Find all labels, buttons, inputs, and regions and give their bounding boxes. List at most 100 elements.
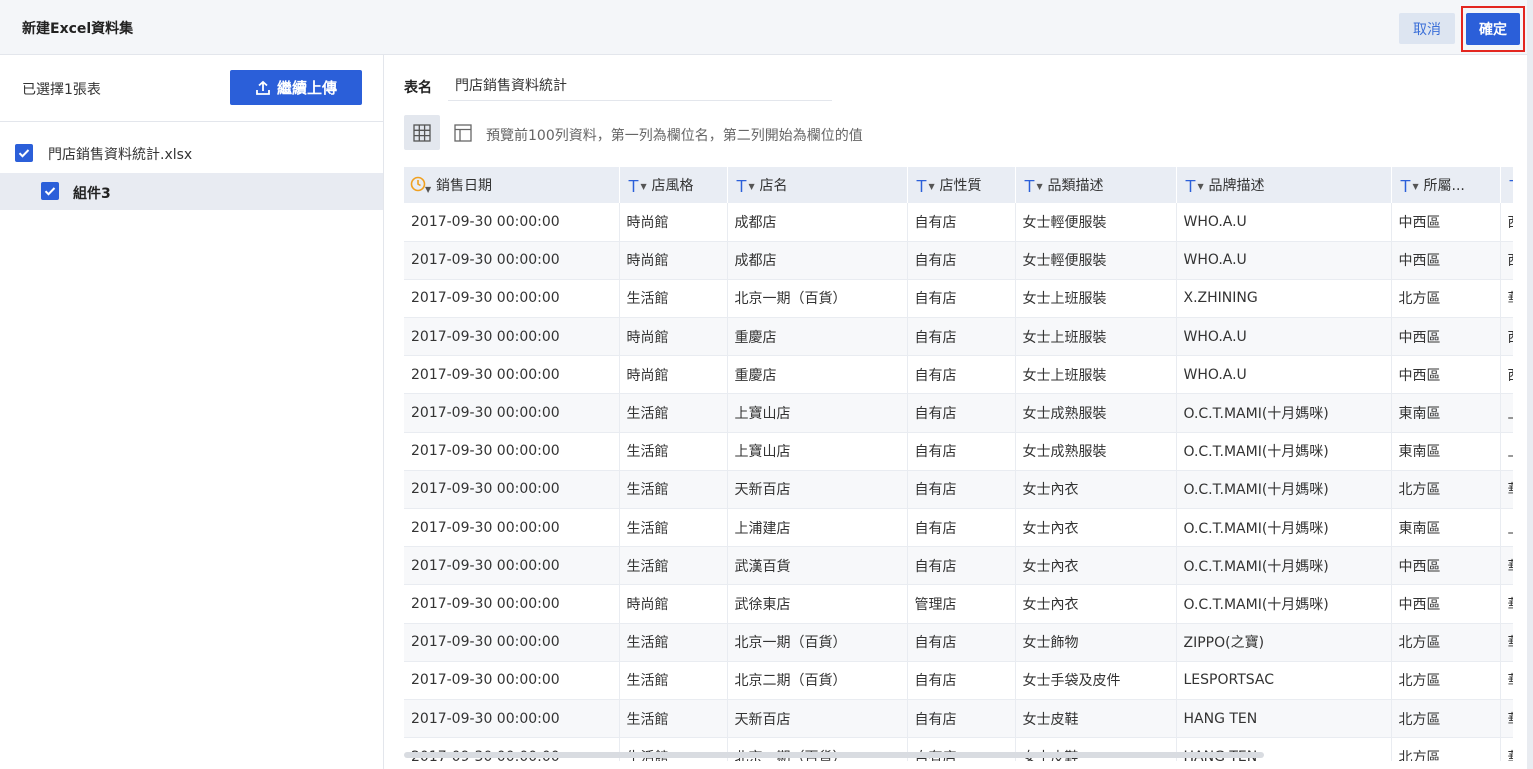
table-row: 2017-09-30 00:00:00 生活館 天新百店 自有店 女士內衣 O.C.T.M… — [404, 470, 1513, 510]
caret-down-icon: ▼ — [640, 182, 647, 191]
table-cell: 華 — [1500, 661, 1513, 700]
table-cell: 上 — [1500, 393, 1513, 433]
table-cell: 上寶山店 — [727, 432, 908, 471]
table-row: 2017-09-30 00:00:00 時尚館 重慶店 自有店 女士上班服裝 WHO.A.… — [404, 317, 1513, 357]
table-cell: 北方區 — [1391, 279, 1501, 319]
sheet-item[interactable]: 組件3 — [0, 173, 383, 210]
table-cell: 北方區 — [1391, 737, 1501, 761]
cancel-button[interactable]: 取消 — [1399, 13, 1455, 44]
dialog-title: 新建Excel資料集 — [22, 21, 134, 37]
column-header[interactable]: ▼ 銷售日期 — [404, 167, 620, 203]
table-cell: 女士上班服裝 — [1015, 317, 1177, 357]
dialog-header: 新建Excel資料集 取消 確定 — [0, 0, 1533, 55]
column-header[interactable]: Ｔ ▼ 品牌描述 — [1176, 167, 1392, 203]
table-cell: 重慶店 — [727, 317, 908, 357]
column-header[interactable]: Ｔ ▼ 品類描述 — [1015, 167, 1177, 203]
confirm-button[interactable]: 確定 — [1466, 13, 1520, 45]
table-cell: 2017-09-30 00:00:00 — [404, 546, 620, 586]
table-cell: 女士飾物 — [1015, 623, 1177, 662]
table-cell: 華 — [1500, 699, 1513, 739]
table-cell: 上 — [1500, 508, 1513, 548]
table-cell: O.C.T.MAMI(十月媽咪) — [1176, 432, 1392, 471]
table-cell: 生活館 — [619, 393, 728, 433]
table-row: 2017-09-30 00:00:00 生活館 北京一期（百貨） 自有店 女士飾物 ZIP… — [404, 623, 1513, 662]
checkmark-icon — [18, 149, 30, 158]
horizontal-scrollbar[interactable] — [404, 752, 1264, 758]
table-cell: 北方區 — [1391, 661, 1501, 700]
table-row: 2017-09-30 00:00:00 時尚館 武徐東店 管理店 女士內衣 O.C.T.M… — [404, 584, 1513, 624]
file-name: 門店銷售資料統計.xlsx — [48, 147, 193, 163]
table-cell: 生活館 — [619, 699, 728, 739]
file-item[interactable]: 門店銷售資料統計.xlsx — [0, 135, 383, 171]
table-row: 2017-09-30 00:00:00 生活館 北京二期（百貨） 自有店 女士手袋及皮件… — [404, 661, 1513, 700]
table-cell: O.C.T.MAMI(十月媽咪) — [1176, 508, 1392, 548]
table-cell: 華 — [1500, 279, 1513, 319]
main-panel: 表名 預覽前100列資料，第一列為欄位名，第二列開始為欄位的值 ▼銷售日期Ｔ▼店… — [384, 55, 1527, 769]
text-type-icon[interactable]: Ｔ▼ — [1507, 173, 1514, 197]
table-row: 2017-09-30 00:00:00 生活館 天新百店 自有店 女士皮鞋 HANG TE… — [404, 699, 1513, 739]
sheet-checkbox[interactable] — [41, 182, 59, 200]
column-header[interactable]: Ｔ ▼ 所屬... — [1391, 167, 1501, 203]
table-cell: 西 — [1500, 241, 1513, 280]
table-name-label: 表名 — [404, 80, 432, 96]
text-type-icon[interactable]: Ｔ▼ — [626, 173, 648, 197]
table-cell: 時尚館 — [619, 317, 728, 357]
table-cell: 自有店 — [907, 508, 1016, 548]
sheet-name: 組件3 — [73, 186, 111, 202]
column-header[interactable]: Ｔ ▼ 店風格 — [619, 167, 728, 203]
table-cell: 女士內衣 — [1015, 584, 1177, 624]
table-cell: 女士成熟服裝 — [1015, 393, 1177, 433]
column-label: 品牌描述 — [1208, 178, 1265, 194]
upload-icon — [256, 80, 270, 95]
table-cell: 女士內衣 — [1015, 470, 1177, 510]
table-cell: 自有店 — [907, 470, 1016, 510]
continue-upload-button[interactable]: 繼續上傳 — [230, 70, 362, 105]
text-type-icon[interactable]: Ｔ▼ — [1398, 173, 1420, 197]
text-type-icon[interactable]: Ｔ▼ — [1183, 173, 1205, 197]
table-cell: 北方區 — [1391, 623, 1501, 662]
grid-view-button[interactable] — [404, 115, 440, 150]
table-cell: 女士內衣 — [1015, 508, 1177, 548]
table-cell: 生活館 — [619, 546, 728, 586]
caret-down-icon: ▼ — [928, 182, 935, 191]
table-cell: 2017-09-30 00:00:00 — [404, 203, 620, 242]
date-type-icon[interactable]: ▼ — [410, 176, 432, 194]
table-cell: 天新百店 — [727, 470, 908, 510]
table-cell: 時尚館 — [619, 203, 728, 242]
table-cell: 2017-09-30 00:00:00 — [404, 432, 620, 471]
table-cell: 華 — [1500, 584, 1513, 624]
caret-down-icon: ▼ — [1412, 182, 1419, 191]
upload-label: 繼續上傳 — [276, 79, 337, 97]
text-type-icon[interactable]: Ｔ▼ — [1022, 173, 1044, 197]
table-cell: 中西區 — [1391, 203, 1501, 242]
columns-view-icon[interactable] — [454, 124, 472, 142]
text-type-icon[interactable]: Ｔ▼ — [734, 173, 756, 197]
table-cell: O.C.T.MAMI(十月媽咪) — [1176, 546, 1392, 586]
table-cell: 中西區 — [1391, 546, 1501, 586]
text-type-icon[interactable]: Ｔ▼ — [914, 173, 936, 197]
table-cell: 武徐東店 — [727, 584, 908, 624]
table-cell: 華 — [1500, 737, 1513, 761]
table-cell: 成都店 — [727, 241, 908, 280]
column-header[interactable]: Ｔ▼ — [1500, 167, 1513, 203]
column-header[interactable]: Ｔ ▼ 店性質 — [907, 167, 1016, 203]
table-cell: 生活館 — [619, 661, 728, 700]
table-cell: 生活館 — [619, 508, 728, 548]
table-cell: 成都店 — [727, 203, 908, 242]
column-header[interactable]: Ｔ ▼ 店名 — [727, 167, 908, 203]
table-cell: 自有店 — [907, 279, 1016, 319]
table-name-input[interactable] — [448, 69, 832, 101]
table-cell: 女士上班服裝 — [1015, 279, 1177, 319]
table-cell: 自有店 — [907, 203, 1016, 242]
file-checkbox[interactable] — [15, 144, 33, 162]
table-row: 2017-09-30 00:00:00 時尚館 成都店 自有店 女士輕便服裝 WHO.A.… — [404, 203, 1513, 242]
caret-down-icon: ▼ — [748, 182, 755, 191]
sidebar-header: 已選擇1張表 繼續上傳 — [0, 55, 383, 122]
table-cell: 重慶店 — [727, 355, 908, 395]
table-cell: 生活館 — [619, 470, 728, 510]
preview-table: ▼銷售日期Ｔ▼店風格Ｔ▼店名Ｔ▼店性質Ｔ▼品類描述Ｔ▼品牌描述Ｔ▼所屬...Ｔ▼… — [404, 167, 1513, 761]
table-cell: 華 — [1500, 623, 1513, 662]
table-cell: 華 — [1500, 546, 1513, 586]
column-label: 店風格 — [651, 178, 694, 194]
table-row: 2017-09-30 00:00:00 生活館 武漢百貨 自有店 女士內衣 O.C.T.M… — [404, 546, 1513, 586]
